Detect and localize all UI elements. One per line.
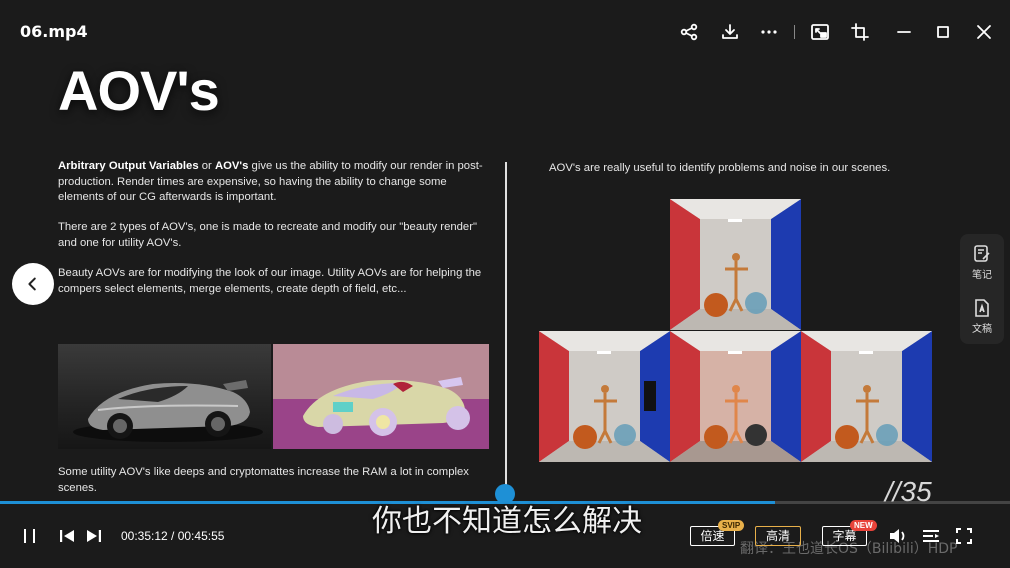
document-label: 文稿 — [972, 324, 992, 335]
document-icon — [975, 299, 989, 317]
cornell-box-right — [801, 331, 932, 462]
volume-button[interactable] — [888, 526, 908, 546]
quality-button[interactable]: 高清 — [755, 526, 801, 546]
chevron-left-icon — [28, 277, 36, 291]
slide-right-caption: AOV's are really useful to identify prob… — [549, 162, 891, 174]
slide-paragraph-1: Arbitrary Output Variables or AOV's give… — [58, 159, 493, 206]
note-icon — [974, 245, 990, 262]
bold-term-2: AOV's — [214, 160, 249, 172]
previous-button[interactable] — [57, 526, 77, 546]
pause-button[interactable] — [20, 526, 40, 546]
time-display: 00:35:12 / 00:45:55 — [121, 529, 225, 543]
cornell-box-top — [670, 199, 801, 330]
side-panel: 笔记 文稿 — [960, 234, 1004, 344]
more-icon — [761, 30, 777, 34]
maximize-button[interactable] — [931, 20, 955, 44]
playlist-icon — [923, 530, 939, 542]
minimize-button[interactable] — [892, 20, 916, 44]
cornell-box-middle — [670, 331, 801, 462]
crop-button[interactable] — [848, 20, 872, 44]
share-icon — [680, 23, 698, 41]
close-icon — [977, 25, 991, 39]
quality-label: 高清 — [765, 529, 790, 543]
picture-in-picture-icon — [811, 24, 829, 40]
download-icon — [722, 24, 738, 39]
slide-title: AOV's — [58, 59, 220, 122]
pause-icon — [24, 529, 35, 543]
playlist-button[interactable] — [921, 526, 941, 546]
cornell-box-left — [539, 331, 670, 462]
connector-text: or — [198, 160, 215, 172]
share-button[interactable] — [677, 20, 701, 44]
slide-paragraph-4: Some utility AOV's like deeps and crypto… — [58, 466, 469, 494]
previous-icon — [60, 530, 74, 542]
notes-label: 笔记 — [972, 270, 992, 281]
window-title: 06.mp4 — [20, 22, 88, 41]
previous-slide-button[interactable] — [12, 263, 54, 305]
crop-icon — [851, 23, 869, 41]
video-subtitle: 你也不知道怎么解决 — [372, 504, 642, 539]
new-badge: NEW — [850, 520, 877, 531]
minimize-icon — [897, 31, 911, 33]
utility-aov-render-image — [273, 344, 489, 449]
next-icon — [87, 530, 101, 542]
beauty-render-image — [58, 344, 271, 449]
slide-paragraph-3: Beauty AOVs are for modifying the look o… — [58, 267, 482, 295]
slide-divider — [505, 162, 507, 487]
fullscreen-button[interactable] — [954, 526, 974, 546]
maximize-icon — [937, 26, 949, 38]
close-button[interactable] — [972, 20, 996, 44]
svip-badge: SVIP — [718, 520, 745, 531]
toolbar-divider — [794, 25, 795, 39]
volume-icon — [890, 529, 905, 543]
picture-in-picture-button[interactable] — [808, 20, 832, 44]
notes-button[interactable]: 笔记 — [960, 244, 1004, 281]
subtitle-toggle-label: 字幕 — [832, 529, 857, 543]
document-button[interactable]: 文稿 — [960, 298, 1004, 335]
bold-term-1: Arbitrary Output Variables — [58, 160, 199, 172]
more-button[interactable] — [757, 20, 781, 44]
slide-number: //35 — [885, 476, 932, 507]
speed-label: 倍速 — [700, 529, 725, 543]
download-button[interactable] — [718, 20, 742, 44]
next-button[interactable] — [84, 526, 104, 546]
slide-paragraph-2: There are 2 types of AOV's, one is made … — [58, 221, 477, 249]
fullscreen-icon — [956, 528, 972, 544]
